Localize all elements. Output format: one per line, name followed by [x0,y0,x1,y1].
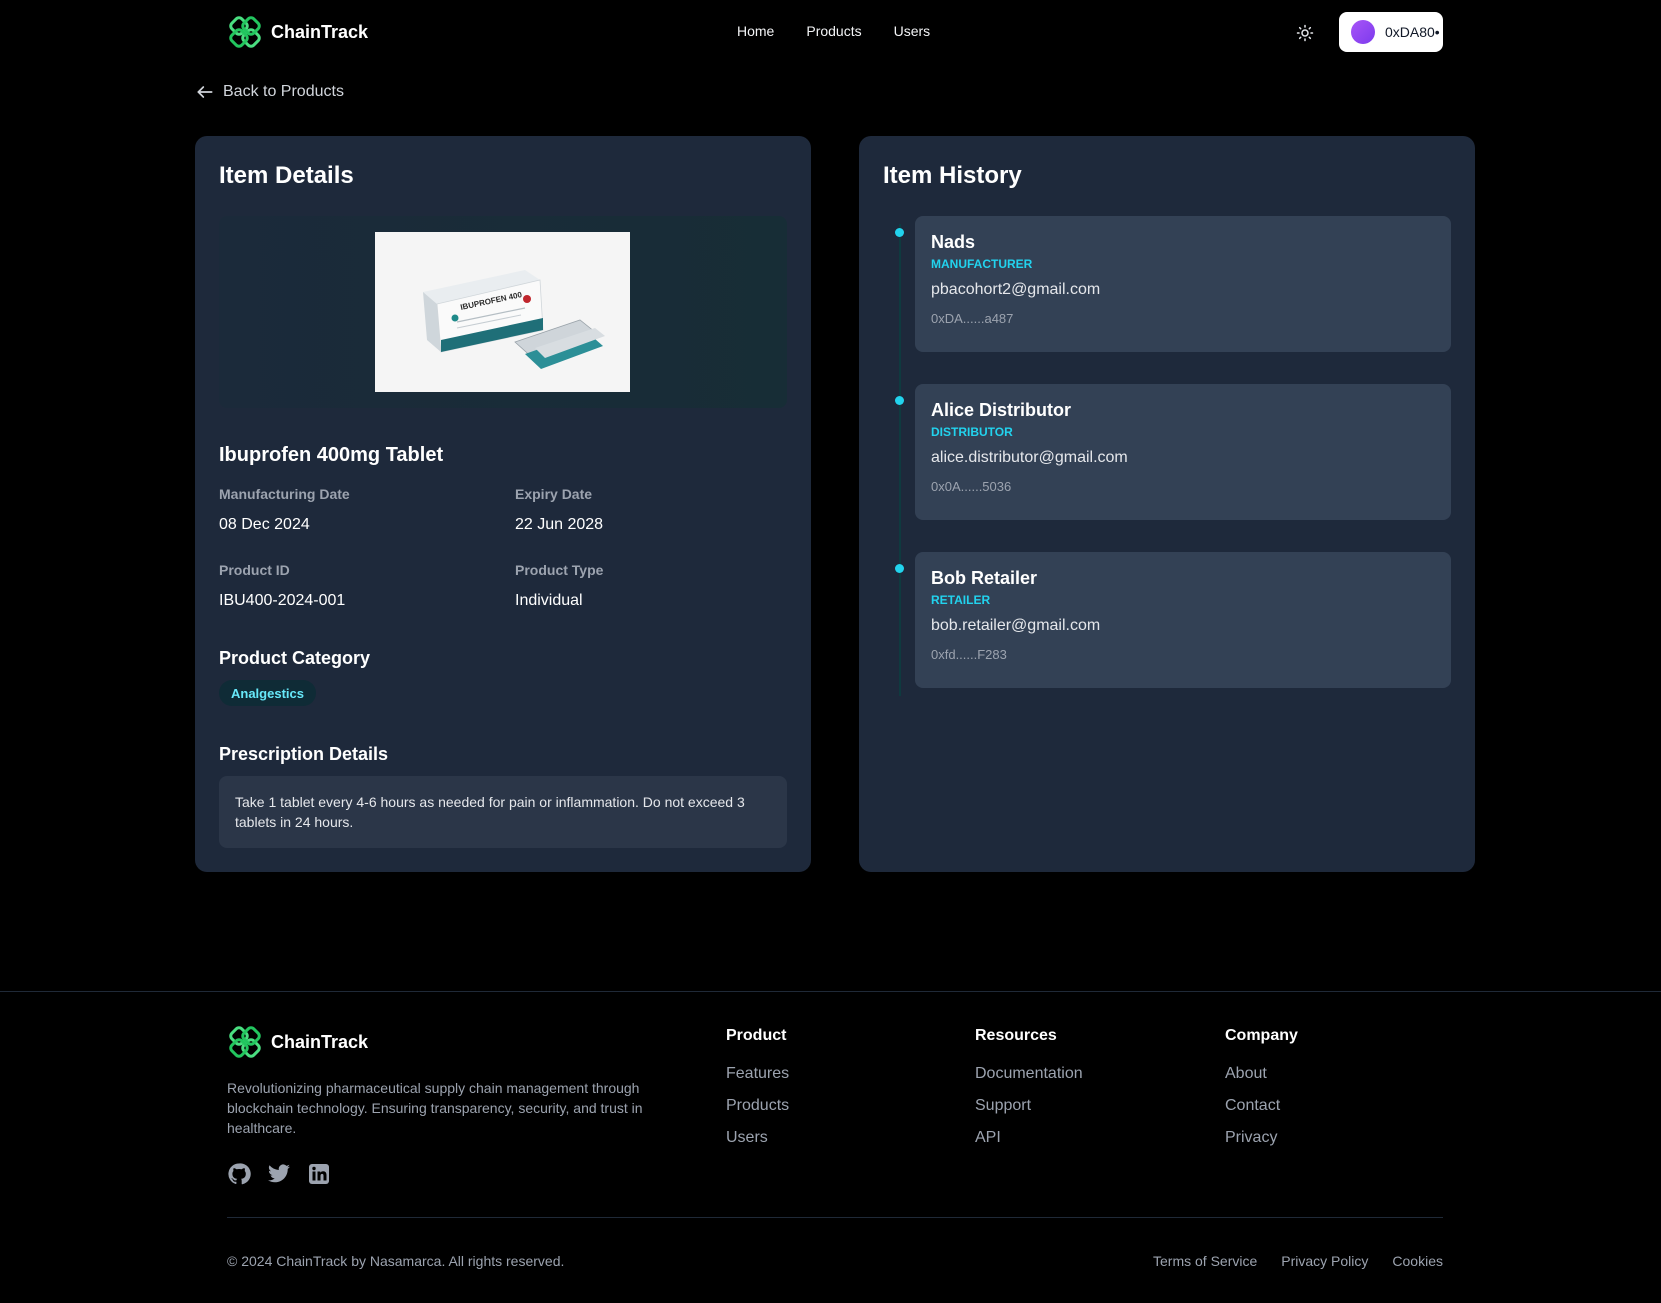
entry-name: Nads [931,232,976,252]
entry-role: DISTRIBUTOR [931,425,1013,439]
wallet-address: 0xDA80• [1385,24,1440,40]
copyright-text: © 2024 ChainTrack by Nasamarca. All righ… [227,1253,565,1269]
entry-address: 0xfd......F283 [931,647,1007,662]
expiry-date-label: Expiry Date [515,486,593,502]
linkedin-icon [309,1164,329,1184]
manufacturing-date-label: Manufacturing Date [219,486,350,502]
product-type-value: Individual [515,592,583,609]
privacy-policy-link[interactable]: Privacy Policy [1281,1253,1368,1269]
timeline-dot [895,228,904,237]
sun-icon [1296,24,1314,42]
timeline-dot [895,396,904,405]
product-image-container: IBUPROFEN 400 [219,216,787,408]
footer-col-title: Resources [975,1027,1057,1044]
footer-col-title: Product [726,1027,787,1044]
main-nav: Home Products Users [737,23,930,39]
footer-bottom-divider [227,1217,1443,1218]
item-history-card: Item History Nads MANUFACTURER pbacohort… [859,136,1475,872]
entry-name: Alice Distributor [931,400,1072,420]
timeline-dot [895,564,904,573]
twitter-icon [268,1164,290,1183]
github-link[interactable] [227,1162,251,1186]
product-type-label: Product Type [515,562,604,578]
footer-link-privacy[interactable]: Privacy [1225,1129,1298,1147]
footer-link-about[interactable]: About [1225,1065,1298,1083]
manufacturing-date-value: 08 Dec 2024 [219,516,310,533]
footer-link-contact[interactable]: Contact [1225,1097,1298,1115]
cookies-link[interactable]: Cookies [1392,1253,1443,1269]
nav-users[interactable]: Users [894,23,931,39]
history-entry: Bob Retailer RETAILER bob.retailer@gmail… [915,552,1451,688]
footer-brand-name: ChainTrack [271,1031,369,1052]
footer-col-title: Company [1225,1027,1298,1044]
history-entry: Nads MANUFACTURER pbacohort2@gmail.com 0… [915,216,1451,352]
footer-divider [0,991,1661,992]
arrow-left-icon [197,86,213,98]
footer-description: Revolutionizing pharmaceutical supply ch… [227,1080,643,1136]
footer-link-support[interactable]: Support [975,1097,1083,1115]
item-details-title: Item Details [219,162,354,189]
entry-email: bob.retailer@gmail.com [931,617,1101,634]
item-details-card: Item Details IBUPROFEN 400 Ibuprofen 400… [195,136,811,872]
nav-home[interactable]: Home [737,23,774,39]
product-name: Ibuprofen 400mg Tablet [219,444,444,466]
wallet-avatar [1351,20,1375,44]
prescription-text: Take 1 tablet every 4-6 hours as needed … [219,776,787,848]
prescription-title: Prescription Details [219,744,389,764]
legal-links: Terms of Service Privacy Policy Cookies [1153,1253,1443,1269]
entry-address: 0x0A......5036 [931,479,1012,494]
entry-role: MANUFACTURER [931,257,1033,271]
history-entry: Alice Distributor DISTRIBUTOR alice.dist… [915,384,1451,520]
footer-link-documentation[interactable]: Documentation [975,1065,1083,1083]
footer-col-company: Company About Contact Privacy [1225,1027,1298,1161]
expiry-date-value: 22 Jun 2028 [515,516,604,533]
top-navbar: ChainTrack Home Products Users 0xDA80• [0,0,1661,64]
wallet-button[interactable]: 0xDA80• [1339,12,1443,52]
brand-logo[interactable]: ChainTrack [227,14,368,50]
back-link-label: Back to Products [223,83,344,100]
product-image: IBUPROFEN 400 [375,232,630,392]
logo-icon [229,16,261,48]
github-icon [228,1163,251,1185]
twitter-link[interactable] [267,1162,291,1186]
entry-role: RETAILER [931,593,991,607]
footer-col-product: Product Features Products Users [726,1027,789,1161]
footer-link-features[interactable]: Features [726,1065,789,1083]
terms-of-service-link[interactable]: Terms of Service [1153,1253,1257,1269]
product-id-label: Product ID [219,562,290,578]
brand-name: ChainTrack [271,21,369,42]
category-badge: Analgestics [219,680,316,706]
timeline-line [899,224,901,696]
product-id-value: IBU400-2024-001 [219,592,346,609]
theme-toggle-button[interactable] [1294,22,1316,44]
product-category-title: Product Category [219,648,371,668]
footer-col-resources: Resources Documentation Support API [975,1027,1083,1161]
social-links [227,1162,331,1186]
footer-link-users[interactable]: Users [726,1129,789,1147]
item-history-title: Item History [883,162,1022,189]
footer-link-products[interactable]: Products [726,1097,789,1115]
entry-address: 0xDA......a487 [931,311,1014,326]
entry-email: alice.distributor@gmail.com [931,449,1128,466]
entry-email: pbacohort2@gmail.com [931,281,1101,298]
entry-name: Bob Retailer [931,568,1038,588]
footer-brand[interactable]: ChainTrack [227,1024,368,1060]
footer-link-api[interactable]: API [975,1129,1083,1147]
back-to-products-link[interactable]: Back to Products [195,82,344,102]
linkedin-link[interactable] [307,1162,331,1186]
logo-icon [229,1026,261,1058]
nav-products[interactable]: Products [806,23,861,39]
